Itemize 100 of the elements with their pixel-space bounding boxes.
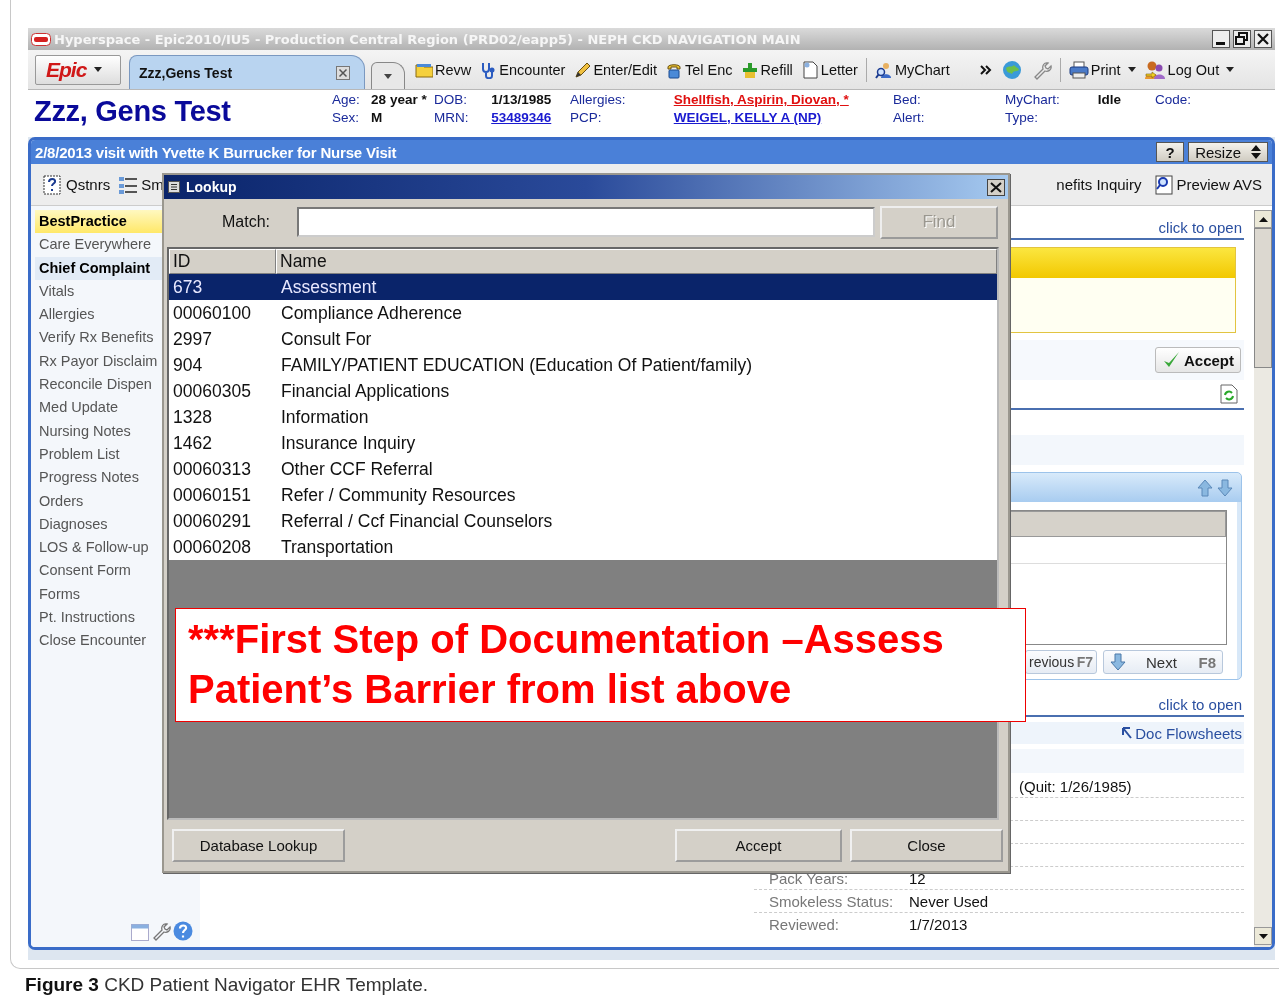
open-link[interactable]: click to open bbox=[1158, 696, 1242, 713]
toolbar-menu-button[interactable]: Print bbox=[1064, 56, 1140, 83]
double-chevron-icon[interactable] bbox=[979, 64, 992, 75]
result-row[interactable]: 673 Assessment bbox=[169, 274, 997, 300]
sidebar-item[interactable]: Med Update bbox=[35, 396, 163, 420]
sidebar-item[interactable]: Orders bbox=[35, 489, 163, 513]
history-value: 12 bbox=[909, 869, 926, 887]
sidebar-item[interactable]: Reconcile Dispen bbox=[35, 373, 163, 397]
close-icon[interactable] bbox=[987, 178, 1005, 196]
open-link[interactable]: click to open bbox=[1158, 219, 1242, 236]
caret-icon bbox=[1226, 67, 1235, 72]
magnifier-document-icon bbox=[1155, 174, 1174, 195]
result-row[interactable]: 00060291 Referral / Ccf Financial Counselors bbox=[169, 508, 997, 534]
scrollbar-thumb[interactable] bbox=[1254, 228, 1272, 368]
toolbar-button[interactable]: Revw bbox=[411, 56, 476, 83]
toolbar-button[interactable]: Letter bbox=[796, 56, 862, 83]
match-label: Match: bbox=[221, 213, 270, 231]
sidebar-item[interactable]: Diagnoses bbox=[35, 512, 163, 537]
toolbar-button[interactable]: Tel Enc bbox=[661, 56, 737, 83]
people-icon bbox=[1143, 59, 1166, 80]
refresh-document-icon[interactable] bbox=[1220, 384, 1238, 404]
field-label: Sex: bbox=[332, 110, 360, 125]
sidebar-item[interactable]: Close Encounter bbox=[35, 629, 163, 653]
sidebar-item[interactable]: LOS & Follow-up bbox=[35, 536, 163, 560]
sidebar-item[interactable]: Nursing Notes bbox=[35, 419, 163, 443]
epic-menu-button[interactable]: Epic bbox=[35, 54, 121, 85]
history-label: Reviewed: bbox=[768, 915, 841, 933]
field-label: MRN: bbox=[434, 110, 470, 125]
result-row[interactable]: 00060313 Other CCF Referral bbox=[169, 456, 997, 482]
close-icon[interactable] bbox=[1254, 30, 1272, 48]
figure-caption: Figure 3 CKD Patient Navigator EHR Template. bbox=[25, 974, 429, 995]
toolbar-button[interactable]: Enter/Edit bbox=[569, 56, 662, 83]
down-caret-icon bbox=[1258, 933, 1268, 939]
toolbar-menu-button[interactable]: Log Out bbox=[1139, 56, 1239, 83]
result-row[interactable]: 00060305 Financial Applications bbox=[169, 378, 997, 404]
sidebar-item[interactable]: Chief Complaint bbox=[35, 256, 163, 280]
match-field[interactable] bbox=[297, 207, 875, 237]
result-row[interactable]: 00060208 Transportation bbox=[169, 534, 997, 560]
sidebar-item[interactable]: Consent Form bbox=[35, 559, 163, 583]
activity-button[interactable]: Qstnrs bbox=[39, 174, 115, 195]
toolbar-button[interactable]: Encounter bbox=[475, 56, 570, 83]
field-value: M bbox=[371, 110, 384, 125]
field-label: Age: bbox=[332, 92, 361, 107]
sidebar-item[interactable]: Verify Rx Benefits bbox=[35, 326, 163, 350]
history-value: Never Used bbox=[909, 892, 989, 910]
quit-date-text: (Quit: 1/26/1985) bbox=[1018, 777, 1132, 795]
dialog-button[interactable]: Database Lookup bbox=[172, 828, 345, 862]
dialog-button[interactable]: Close bbox=[850, 828, 1003, 862]
help-button[interactable]: ? bbox=[1156, 142, 1185, 162]
up-caret-icon bbox=[1258, 216, 1268, 222]
sidebar-item[interactable]: Allergies bbox=[35, 303, 163, 327]
sidebar-item[interactable]: Pt. Instructions bbox=[35, 606, 163, 630]
down-arrow-icon[interactable] bbox=[1217, 478, 1233, 497]
resize-button[interactable]: Resize bbox=[1188, 142, 1268, 162]
dialog-button[interactable]: Accept bbox=[675, 828, 842, 862]
field-label: Allergies: bbox=[570, 92, 627, 107]
accept-button[interactable]: Accept bbox=[1154, 347, 1241, 373]
printer-icon bbox=[1068, 60, 1089, 79]
sidebar-item[interactable]: Rx Payor Disclaim bbox=[35, 349, 163, 374]
help-icon[interactable] bbox=[173, 921, 193, 941]
flowsheets-link[interactable]: Doc Flowsheets bbox=[1122, 724, 1242, 742]
field-label: PCP: bbox=[570, 110, 603, 125]
sidebar-item[interactable]: Forms bbox=[35, 582, 163, 607]
activity-button[interactable]: nefits Inquiry bbox=[1052, 176, 1146, 193]
patient-tab[interactable]: Zzz,Gens Test bbox=[129, 55, 365, 89]
field-value: 1/13/1985 bbox=[491, 92, 553, 107]
next-button[interactable]: Next F8 bbox=[1103, 650, 1223, 674]
activity-button[interactable]: Preview AVS bbox=[1151, 174, 1266, 195]
field-label: Type: bbox=[1005, 110, 1040, 125]
result-row[interactable]: 904 FAMILY/PATIENT EDUCATION (Education Of Patient/family) bbox=[169, 352, 997, 378]
tab-dropdown-button[interactable] bbox=[371, 62, 405, 89]
column-header[interactable]: ID bbox=[169, 249, 276, 274]
up-arrow-icon[interactable] bbox=[1197, 478, 1213, 497]
field-label: Code: bbox=[1155, 92, 1193, 107]
minimize-icon[interactable] bbox=[1212, 30, 1230, 48]
toolbar-button[interactable]: Refill bbox=[736, 56, 797, 83]
result-row[interactable]: 1328 Information bbox=[169, 404, 997, 430]
restore-icon[interactable] bbox=[1233, 30, 1251, 48]
field-link[interactable]: Shellfish, Aspirin, Diovan, * bbox=[673, 92, 893, 107]
field-link[interactable]: WEIGEL, KELLY A (NP) bbox=[673, 110, 893, 125]
result-row[interactable]: 2997 Consult For bbox=[169, 326, 997, 352]
sidebar-item[interactable]: Care Everywhere bbox=[35, 233, 163, 257]
sidebar-item[interactable]: Vitals bbox=[35, 279, 163, 304]
history-label: Smokeless Status: bbox=[768, 892, 895, 910]
previous-button[interactable]: revious F7 bbox=[1025, 650, 1097, 674]
result-row[interactable]: 00060151 Refer / Community Resources bbox=[169, 482, 997, 508]
sidebar-item[interactable]: Problem List bbox=[35, 442, 163, 467]
up-down-icon bbox=[1251, 145, 1261, 159]
result-row[interactable]: 1462 Insurance Inquiry bbox=[169, 430, 997, 456]
scrollbar[interactable] bbox=[1254, 210, 1272, 947]
result-row[interactable]: 00060100 Compliance Adherence bbox=[169, 300, 997, 326]
globe-icon[interactable] bbox=[1001, 59, 1022, 80]
window-icon[interactable] bbox=[131, 923, 149, 941]
patient-name: Zzz, Gens Test bbox=[34, 95, 232, 128]
field-link[interactable]: 53489346 bbox=[491, 110, 570, 125]
wrench-icon[interactable] bbox=[151, 921, 171, 941]
column-header[interactable]: Name bbox=[276, 249, 997, 274]
toolbar-button[interactable]: MyChart bbox=[870, 56, 954, 83]
sidebar-item[interactable]: Progress Notes bbox=[35, 466, 163, 490]
sidebar-item[interactable]: BestPractice bbox=[35, 210, 163, 234]
